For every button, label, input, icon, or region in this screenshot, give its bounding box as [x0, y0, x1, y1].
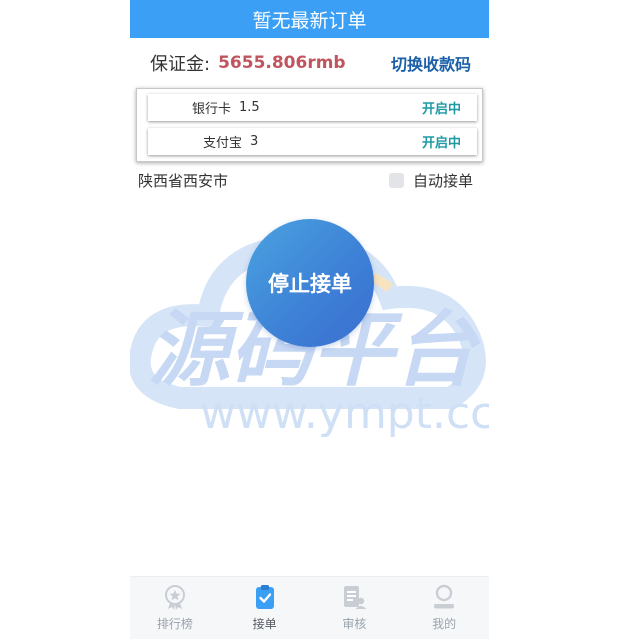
- header-title: 暂无最新订单: [252, 9, 367, 32]
- tab-label: 我的: [432, 617, 457, 631]
- channel-status-badge[interactable]: 开启中: [422, 132, 461, 151]
- stop-accepting-button[interactable]: 停止接单: [246, 219, 374, 347]
- auto-accept-toggle[interactable]: 自动接单: [388, 170, 473, 191]
- app-screen: 暂无最新订单 保证金: 5655.806rmb 切换收款码 银行卡 1.5 开启…: [130, 0, 489, 639]
- auto-accept-checkbox[interactable]: [388, 172, 404, 188]
- deposit-row: 保证金: 5655.806rmb 切换收款码: [130, 38, 489, 88]
- header-bar: 暂无最新订单: [130, 0, 489, 38]
- bottom-tab-bar: 排行榜 接单 审核 我的: [130, 576, 489, 639]
- channel-name: 银行卡: [192, 102, 232, 117]
- channel-rate: 1.5: [239, 100, 260, 115]
- deposit-label: 保证金:: [150, 54, 211, 75]
- tab-accept-orders[interactable]: 接单: [220, 577, 310, 639]
- tab-label: 排行榜: [156, 617, 193, 631]
- auto-accept-label: 自动接单: [412, 171, 473, 190]
- user-icon: [434, 584, 455, 609]
- stop-accepting-label: 停止接单: [268, 272, 352, 296]
- main-area: 源码平台 www.ympt.cc 停止接单: [130, 198, 489, 593]
- channel-item-alipay[interactable]: 支付宝 3 开启中: [148, 128, 477, 155]
- tab-mine[interactable]: 我的: [399, 577, 489, 639]
- location-row: 陕西省西安市 自动接单: [130, 162, 489, 198]
- deposit-value: 5655.806rmb: [218, 53, 346, 73]
- channel-status-badge[interactable]: 开启中: [422, 98, 461, 117]
- tab-ranking[interactable]: 排行榜: [130, 577, 220, 639]
- tab-label: 审核: [342, 617, 367, 631]
- clipboard-check-icon: [255, 585, 274, 609]
- switch-payment-code-link[interactable]: 切换收款码: [391, 51, 471, 75]
- channel-name: 支付宝: [203, 136, 243, 151]
- award-icon: [164, 585, 185, 610]
- location-text: 陕西省西安市: [138, 171, 229, 190]
- tab-label: 接单: [252, 617, 277, 631]
- channel-rate: 3: [250, 134, 259, 149]
- audit-icon: [344, 586, 367, 609]
- channel-item-bank-card[interactable]: 银行卡 1.5 开启中: [148, 94, 477, 121]
- tab-review[interactable]: 审核: [310, 577, 400, 639]
- watermark-url: www.ympt.cc: [200, 388, 489, 439]
- payment-channel-list: 银行卡 1.5 开启中 支付宝 3 开启中: [136, 88, 483, 162]
